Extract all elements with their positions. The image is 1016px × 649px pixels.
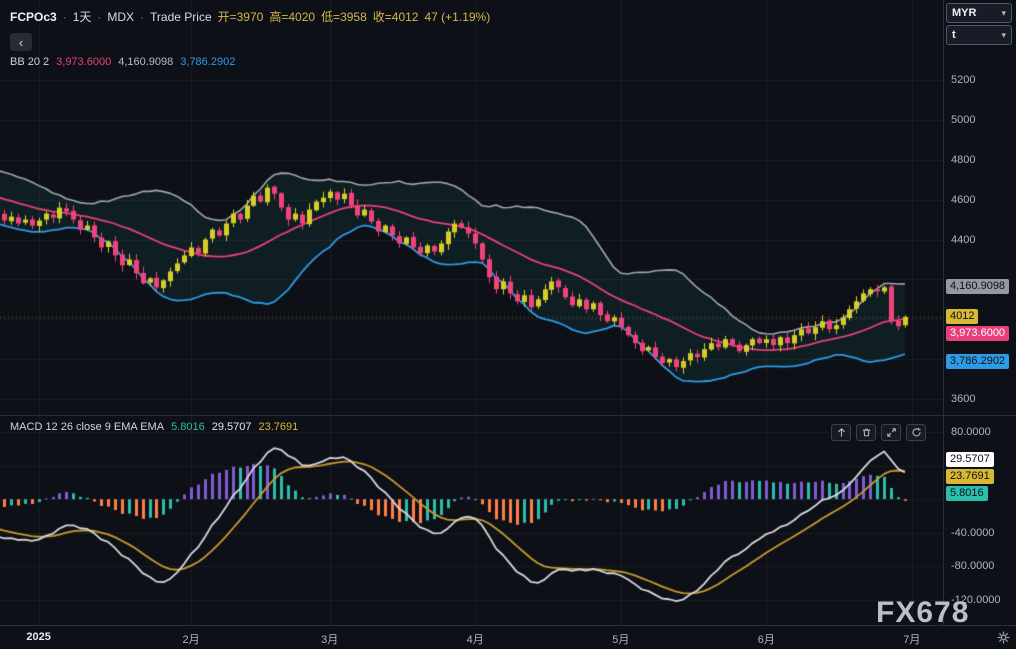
delete-indicator-button[interactable] (856, 424, 876, 441)
gear-icon (996, 630, 1010, 644)
symbol-name[interactable]: FCPOc3 (10, 10, 57, 24)
axis-badge: 4012 (946, 308, 979, 324)
axis-badge: 5.8016 (946, 486, 988, 502)
refresh-icon (911, 427, 921, 437)
maximize-pane-button[interactable] (881, 424, 901, 441)
scale-mode-select[interactable]: t ▾ (946, 25, 1012, 45)
axis-tick: 5000 (951, 113, 976, 126)
low-value: 低=3958 (321, 10, 367, 24)
bb-lower-value: 3,786.2902 (180, 56, 236, 68)
time-axis-tick: 2025 (26, 631, 51, 643)
symbol-info-bar[interactable]: FCPOc3 · 1天 · MDX · Trade Price 开=3970 高… (10, 8, 490, 25)
axis-tick: 4600 (951, 193, 976, 206)
currency-select[interactable]: MYR ▾ (946, 3, 1012, 23)
time-axis-tick: 6月 (757, 634, 775, 646)
collapse-panel-button[interactable]: ‹ (10, 33, 32, 51)
axis-badge: 3,973.6000 (946, 325, 1010, 341)
time-axis[interactable]: 2025 2月 3月 4月 5月 6月 7月 (0, 625, 1016, 649)
macd-pane-toolbar (831, 424, 926, 441)
interval-label[interactable]: 1天 (73, 8, 92, 25)
axis-tick: -80.0000 (951, 560, 995, 573)
exchange-label: MDX (107, 9, 135, 24)
bb-middle-value: 3,973.6000 (56, 56, 112, 68)
axis-tick: 80.0000 (951, 426, 991, 438)
currency-label: MYR (952, 7, 977, 19)
axis-tick: 4800 (951, 153, 976, 166)
macd-hist-value: 5.8016 (171, 421, 205, 433)
expand-icon (886, 428, 896, 437)
macd-title: MACD 12 26 close 9 EMA EMA (10, 421, 165, 433)
scale-mode-label: t (952, 29, 956, 41)
bb-upper-value: 4,160.9098 (118, 56, 174, 68)
axis-tick: 5200 (951, 74, 976, 86)
trash-icon (862, 428, 870, 437)
move-pane-up-button[interactable] (831, 424, 851, 441)
macd-signal-value: 23.7691 (258, 421, 299, 433)
time-axis-tick: 2月 (182, 634, 200, 646)
axis-badge: 29.5707 (946, 452, 994, 468)
high-value: 高=4020 (269, 10, 316, 24)
chevron-down-icon: ▾ (1001, 7, 1006, 18)
close-value: 收=4012 (372, 10, 419, 24)
separator-dot: · (140, 9, 145, 24)
change-value: 47 (+1.19%) (424, 9, 491, 24)
open-value: 开=3970 (217, 10, 264, 24)
reset-pane-button[interactable] (906, 424, 926, 441)
separator-dot: · (97, 9, 102, 24)
axis-badge: 3,786.2902 (946, 353, 1010, 369)
chart-canvas[interactable] (0, 0, 943, 625)
pane-divider[interactable] (0, 415, 1016, 416)
axis-settings-button[interactable] (994, 629, 1012, 645)
axis-tick: 4400 (951, 233, 976, 246)
axis-tick: 3600 (951, 393, 976, 405)
time-axis-tick: 4月 (466, 634, 484, 646)
axis-badge: 23.7691 (946, 469, 994, 485)
time-axis-tick: 7月 (903, 634, 921, 646)
time-axis-tick: 5月 (612, 634, 630, 646)
axis-badge: 4,160.9098 (946, 279, 1010, 295)
axis-tick: -40.0000 (951, 526, 995, 539)
macd-line-value: 29.5707 (211, 421, 252, 433)
time-axis-tick: 3月 (321, 634, 339, 646)
separator-dot: · (62, 9, 67, 24)
arrow-up-icon (837, 428, 845, 437)
series-type-label: Trade Price (150, 9, 212, 24)
chevron-down-icon: ▾ (1001, 29, 1006, 40)
bb-indicator-legend[interactable]: BB 20 2 3,973.6000 4,160.9098 3,786.2902 (10, 56, 235, 68)
bb-title: BB 20 2 (10, 56, 50, 68)
chevron-left-icon: ‹ (18, 34, 24, 50)
macd-indicator-legend[interactable]: MACD 12 26 close 9 EMA EMA 5.8016 29.570… (10, 421, 298, 433)
price-axis[interactable]: 5200 5000 4800 4600 4400 3600 80.0000 -40.0000 -… (943, 0, 1016, 625)
trading-chart-app: FCPOc3 · 1天 · MDX · Trade Price 开=3970 高… (0, 0, 1016, 649)
